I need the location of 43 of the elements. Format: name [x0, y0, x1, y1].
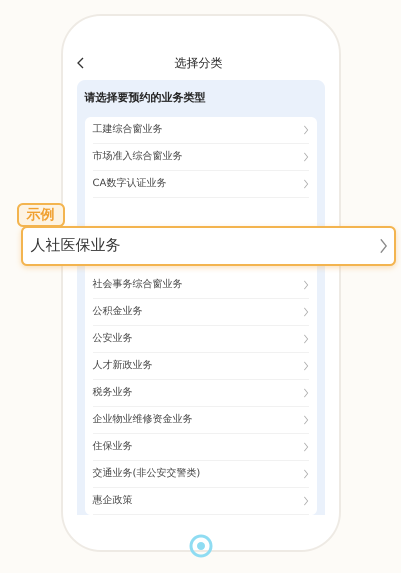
category-label: 公积金业务	[92, 304, 142, 319]
chevron-right-icon	[302, 178, 308, 188]
category-label: 人社医保业务	[30, 235, 120, 256]
page-title: 选择分类	[174, 56, 224, 70]
chevron-right-icon	[302, 414, 308, 424]
category-item[interactable]: 人才新政业务	[92, 352, 308, 380]
chevron-right-icon	[302, 496, 308, 506]
category-item[interactable]: 公安业务	[92, 326, 308, 352]
chevron-right-icon	[302, 442, 308, 452]
category-item[interactable]: 工建综合窗业务	[92, 116, 308, 144]
category-item[interactable]: 税务业务	[92, 380, 308, 406]
category-label: CA数字认证业务	[92, 176, 166, 191]
category-label: 社会事务综合窗业务	[92, 278, 182, 292]
category-item[interactable]: 市场准入综合窗业务	[92, 144, 308, 170]
chevron-right-icon	[302, 334, 308, 344]
chevron-right-icon	[302, 124, 308, 134]
chevron-right-icon	[302, 360, 308, 370]
chevron-right-icon	[302, 152, 308, 162]
example-tag: 示例	[16, 202, 64, 226]
category-item[interactable]: CA数字认证业务	[92, 170, 308, 198]
category-label: 交通业务(非公安交警类)	[92, 466, 200, 481]
example-callout[interactable]: 人社医保业务	[20, 226, 396, 266]
category-item[interactable]: 惠企政策	[92, 488, 308, 514]
category-label: 公安业务	[92, 332, 132, 346]
category-label: 惠企政策	[92, 494, 132, 508]
category-label: 工建综合窗业务	[92, 122, 162, 137]
chevron-right-icon	[302, 306, 308, 316]
category-label: 人才新政业务	[92, 358, 152, 373]
category-label: 住保业务	[92, 440, 132, 454]
category-item[interactable]: 住保业务	[92, 434, 308, 460]
chevron-right-icon	[302, 388, 308, 398]
chevron-right-icon	[302, 468, 308, 478]
category-item[interactable]: 企业物业维修资金业务	[92, 406, 308, 434]
category-label: 税务业务	[92, 386, 132, 400]
category-item[interactable]: 交通业务(非公安交警类)	[92, 460, 308, 488]
category-label: 企业物业维修资金业务	[92, 412, 192, 427]
chevron-right-icon	[302, 280, 308, 290]
chevron-right-icon	[378, 238, 388, 254]
prompt-text: 请选择要预约的业务类型	[84, 90, 206, 106]
category-item[interactable]: 社会事务综合窗业务	[92, 272, 308, 298]
back-icon[interactable]	[76, 57, 84, 69]
category-label: 市场准入综合窗业务	[92, 150, 182, 164]
category-item[interactable]: 公积金业务	[92, 298, 308, 326]
